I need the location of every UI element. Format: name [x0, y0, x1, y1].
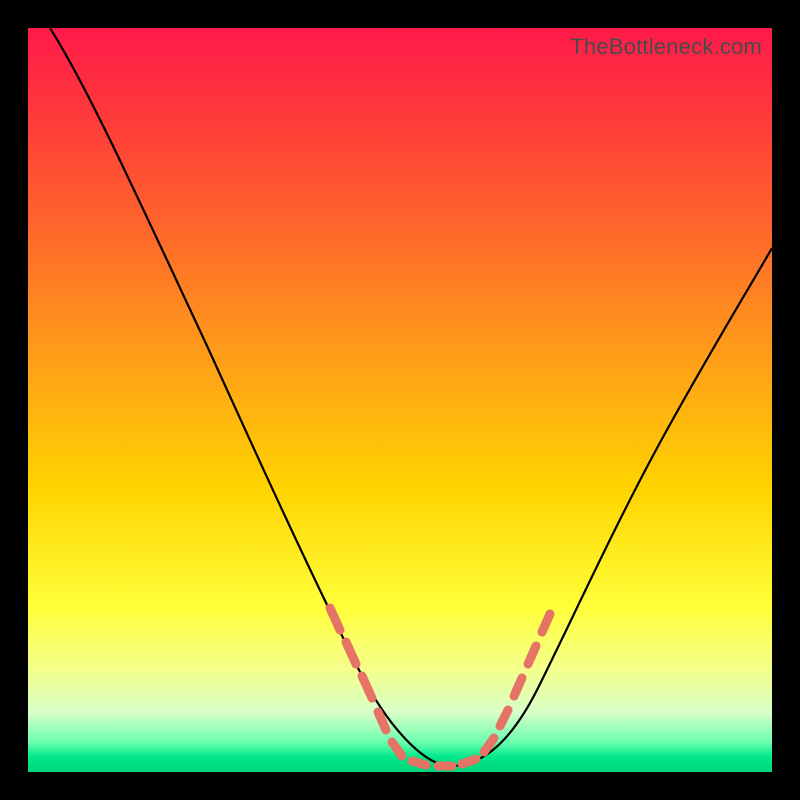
valley-markers	[330, 608, 550, 766]
bottleneck-curve	[50, 28, 772, 766]
curve-layer	[28, 28, 772, 772]
plot-area: TheBottleneck.com	[28, 28, 772, 772]
chart-frame: TheBottleneck.com	[0, 0, 800, 800]
